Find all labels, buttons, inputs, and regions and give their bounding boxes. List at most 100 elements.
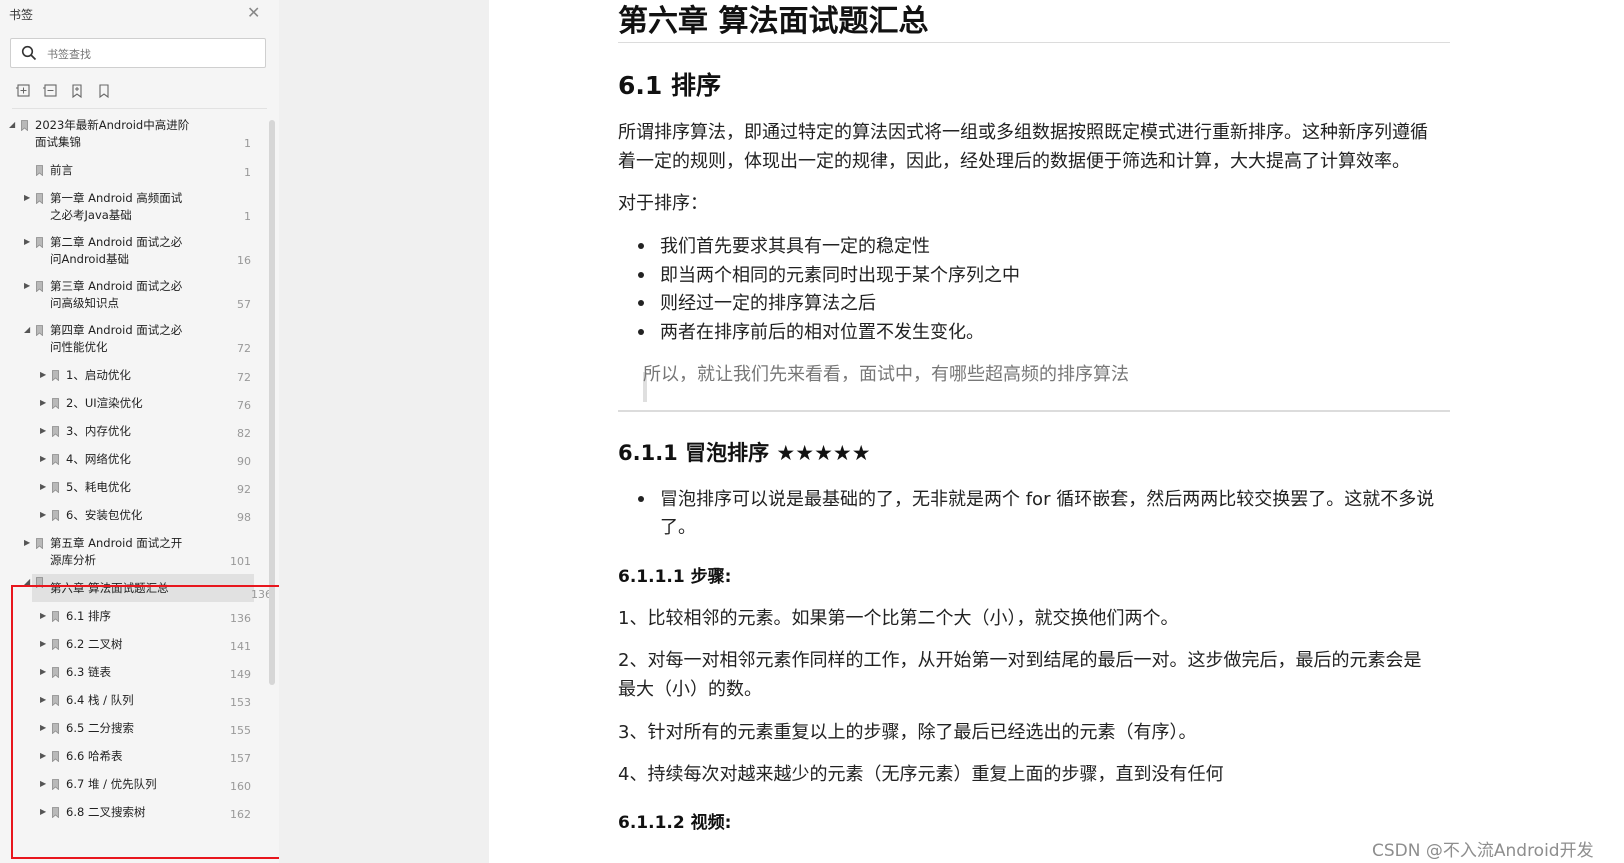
bookmark-item[interactable]: ▶ 4、网络优化 90 — [0, 451, 265, 469]
bookmark-item[interactable]: 前言 1 — [0, 162, 265, 180]
collapse-arrow-icon[interactable]: ◢ — [24, 577, 30, 586]
section-rule — [618, 410, 1450, 412]
expand-arrow-icon[interactable]: ▶ — [40, 398, 46, 407]
expand-arrow-icon[interactable]: ▶ — [40, 482, 46, 491]
bookmark-page-number: 162 — [230, 808, 251, 821]
bookmark-item[interactable]: ▶ 6.4 栈 / 队列 153 — [0, 692, 265, 710]
bookmark-item[interactable]: ◢ 第六章 算法面试题汇总 136 — [24, 574, 272, 602]
bookmark-icon — [36, 237, 43, 248]
bookmark-item[interactable]: ▶ 2、UI渲染优化 76 — [0, 395, 265, 413]
add-bookmark-icon[interactable] — [68, 82, 86, 100]
bookmark-label: 5、耗电优化 — [66, 480, 131, 494]
bookmark-label: 2、UI渲染优化 — [66, 396, 143, 410]
bookmark-item[interactable]: ▶ 3、内存优化 82 — [0, 423, 265, 441]
bookmark-item[interactable]: ▶ 第二章 Android 面试之必 16 问Android基础 — [0, 234, 265, 268]
bookmark-icon — [36, 577, 43, 588]
step-4: 4、持续每次对越来越少的元素（无序元素）重复上面的步骤，直到没有任何 — [618, 764, 1224, 785]
expand-arrow-icon[interactable]: ▶ — [40, 611, 46, 620]
collapse-arrow-icon[interactable]: ◢ — [9, 120, 15, 129]
expand-arrow-icon[interactable]: ▶ — [40, 695, 46, 704]
bookmark-search-box[interactable] — [10, 38, 266, 68]
expand-arrow-icon[interactable]: ▶ — [40, 370, 46, 379]
bubble-desc-line-2: 了。 — [660, 517, 696, 538]
bookmark-icon — [52, 695, 59, 706]
collapse-all-icon[interactable] — [41, 82, 59, 100]
expand-arrow-icon[interactable]: ▶ — [40, 807, 46, 816]
bookmark-item[interactable]: ▶ 第三章 Android 面试之必 57 问高级知识点 — [0, 278, 265, 312]
bookmark-icon — [52, 723, 59, 734]
expand-arrow-icon[interactable]: ▶ — [40, 454, 46, 463]
sidebar-scrollbar[interactable] — [269, 120, 275, 685]
bookmark-label: 6.6 哈希表 — [66, 749, 123, 763]
bookmark-page-number: 57 — [237, 298, 251, 311]
bookmark-item[interactable]: ▶ 1、启动优化 72 — [0, 367, 265, 385]
expand-arrow-icon[interactable]: ▶ — [40, 779, 46, 788]
expand-arrow-icon[interactable]: ▶ — [24, 193, 30, 202]
bookmark-item[interactable]: ▶ 5、耗电优化 92 — [0, 479, 265, 497]
collapse-arrow-icon[interactable]: ◢ — [24, 325, 30, 334]
bookmark-page-number: 1 — [244, 137, 251, 150]
bookmark-icon — [52, 482, 59, 493]
bookmark-label: 1、启动优化 — [66, 368, 131, 382]
bookmark-item[interactable]: ▶ 6.5 二分搜索 155 — [0, 720, 265, 738]
bookmark-icon — [52, 611, 59, 622]
step-3: 3、针对所有的元素重复以上的步骤，除了最后已经选出的元素（有序）。 — [618, 722, 1197, 743]
expand-all-icon[interactable] — [14, 82, 32, 100]
blockquote-text: 所以，就让我们先来看看，面试中，有哪些超高频的排序算法 — [643, 364, 1129, 385]
expand-arrow-icon[interactable]: ▶ — [40, 723, 46, 732]
bookmark-item[interactable]: ▶ 第五章 Android 面试之开 101 源库分析 — [0, 535, 265, 569]
bookmark-label: 第五章 Android 面试之开 — [50, 536, 183, 550]
bookmark-label-line-2: 源库分析 — [50, 552, 96, 567]
expand-arrow-icon[interactable]: ▶ — [40, 667, 46, 676]
bookmark-label: 6.1 排序 — [66, 609, 111, 623]
expand-arrow-icon[interactable]: ▶ — [24, 281, 30, 290]
watermark-text: CSDN @不入流Android开发 — [1372, 841, 1594, 861]
bookmark-item[interactable]: ◢ 2023年最新Android中高进阶 1 面试集锦 — [0, 117, 265, 151]
bookmark-page-number: 141 — [230, 640, 251, 653]
bookmark-label: 6.7 堆 / 优先队列 — [66, 777, 157, 791]
bookmark-item[interactable]: ▶ 6、安装包优化 98 — [0, 507, 265, 525]
title-rule — [618, 42, 1450, 43]
bookmark-page-number: 160 — [230, 780, 251, 793]
bookmark-item[interactable]: ▶ 6.7 堆 / 优先队列 160 — [0, 776, 265, 794]
bookmark-item[interactable]: ▶ 6.1 排序 136 — [0, 608, 265, 626]
close-icon[interactable]: ✕ — [247, 3, 260, 22]
bookmark-item[interactable]: ▶ 第一章 Android 高频面试 1 之必考Java基础 — [0, 190, 265, 224]
bookmark-item[interactable]: ▶ 6.2 二叉树 141 — [0, 636, 265, 654]
bookmark-label-line-2: 之必考Java基础 — [50, 207, 132, 222]
bookmark-page-number: 90 — [237, 455, 251, 468]
viewer-background — [279, 0, 489, 863]
search-input[interactable] — [45, 44, 259, 64]
bookmark-item[interactable]: ▶ 6.3 链表 149 — [0, 664, 265, 682]
expand-arrow-icon[interactable]: ▶ — [40, 510, 46, 519]
bookmark-label-line-2: 问高级知识点 — [50, 295, 119, 310]
step-2-line-1: 2、对每一对相邻元素作同样的工作，从开始第一对到结尾的最后一对。这步做完后，最后… — [618, 650, 1422, 671]
bookmark-label: 6、安装包优化 — [66, 508, 143, 522]
bookmark-page-number: 1 — [244, 166, 251, 179]
expand-arrow-icon[interactable]: ▶ — [24, 237, 30, 246]
bookmark-item[interactable]: ▶ 6.6 哈希表 157 — [0, 748, 265, 766]
bookmark-page-number: 82 — [237, 427, 251, 440]
expand-arrow-icon[interactable]: ▶ — [40, 426, 46, 435]
bookmark-page-number: 92 — [237, 483, 251, 496]
bookmark-label: 6.3 链表 — [66, 665, 111, 679]
bubble-desc-line-1: 冒泡排序可以说是最基础的了，无非就是两个 for 循环嵌套，然后两两比较交换罢了… — [660, 489, 1435, 510]
bullet-dot — [638, 272, 644, 278]
bookmark-label: 前言 — [50, 163, 73, 177]
bookmark-item[interactable]: ◢ 第四章 Android 面试之必 72 问性能优化 — [0, 322, 265, 356]
bookmark-panel: 书签 ✕ ◢ 2023年最新Android中高进阶 1 面试集锦前言 1 ▶ 第一章 And… — [0, 0, 281, 863]
bookmark-page-number: 1 — [244, 210, 251, 223]
bullet-item: 两者在排序前后的相对位置不发生变化。 — [660, 322, 984, 343]
bookmark-page-number: 149 — [230, 668, 251, 681]
expand-arrow-icon[interactable]: ▶ — [40, 751, 46, 760]
bookmark-item[interactable]: ▶ 6.8 二叉搜索树 162 — [0, 804, 265, 822]
expand-arrow-icon[interactable]: ▶ — [24, 538, 30, 547]
bullet-dot — [638, 496, 644, 502]
bookmark-icon — [36, 325, 43, 336]
expand-arrow-icon[interactable]: ▶ — [40, 639, 46, 648]
toolbar-divider — [12, 108, 267, 109]
bookmark-icon — [36, 281, 43, 292]
bookmark-icon — [52, 370, 59, 381]
bookmark-label: 第四章 Android 面试之必 — [50, 323, 183, 337]
bookmark-icon[interactable] — [95, 82, 113, 100]
